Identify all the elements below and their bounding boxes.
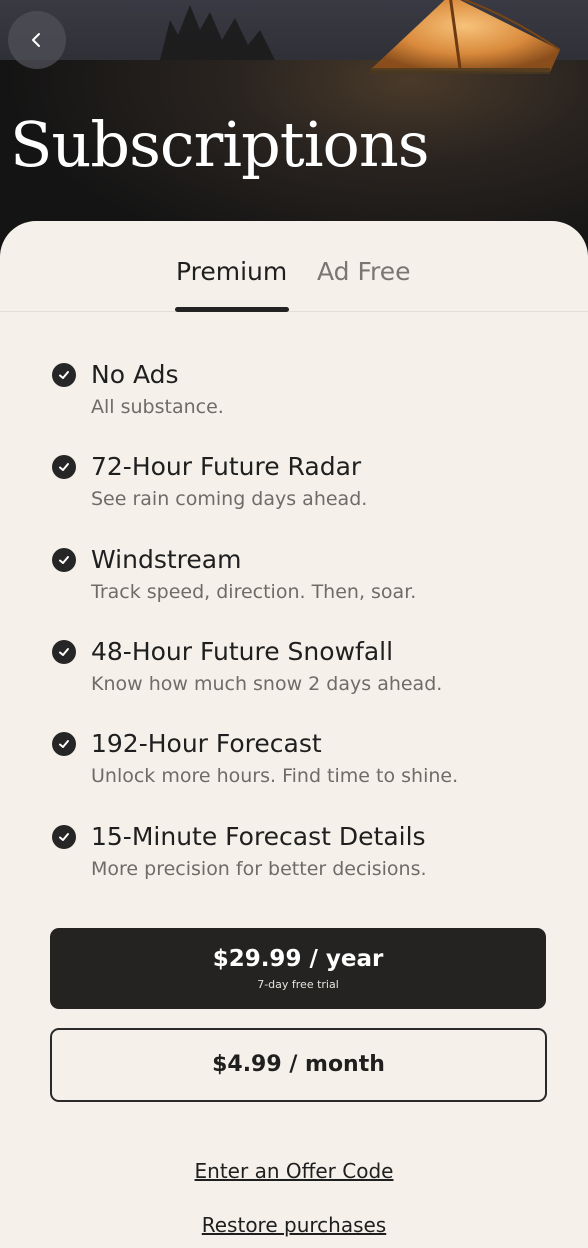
feature-description: See rain coming days ahead. xyxy=(91,488,368,510)
feature-item: 48-Hour Future Snowfall Know how much sn… xyxy=(0,637,588,717)
feature-title: 192-Hour Forecast xyxy=(91,729,322,758)
offer-code-link[interactable]: Enter an Offer Code xyxy=(0,1159,588,1183)
trial-label: 7-day free trial xyxy=(257,978,339,991)
trees-silhouette xyxy=(160,5,275,60)
feature-description: Unlock more hours. Find time to shine. xyxy=(91,765,459,787)
feature-item: 15-Minute Forecast Details More precisio… xyxy=(0,822,588,902)
check-circle-icon xyxy=(52,548,76,572)
chevron-left-icon xyxy=(32,33,40,47)
monthly-price: $4.99 / month xyxy=(212,1052,385,1077)
feature-description: Track speed, direction. Then, soar. xyxy=(91,581,417,603)
tent-illustration xyxy=(370,0,561,74)
feature-item: 192-Hour Forecast Unlock more hours. Fin… xyxy=(0,729,588,809)
check-circle-icon xyxy=(52,825,76,849)
check-circle-icon xyxy=(52,455,76,479)
feature-description: More precision for better decisions. xyxy=(91,858,427,880)
feature-title: Windstream xyxy=(91,545,242,574)
plan-tabs: Premium Ad Free xyxy=(0,221,588,312)
yearly-plan-button[interactable]: $29.99 / year 7-day free trial xyxy=(50,928,546,1009)
check-circle-icon xyxy=(52,640,76,664)
feature-description: All substance. xyxy=(91,396,224,418)
tab-premium[interactable]: Premium xyxy=(176,257,287,286)
active-tab-indicator xyxy=(175,307,289,312)
feature-item: 72-Hour Future Radar See rain coming day… xyxy=(0,452,588,532)
check-circle-icon xyxy=(52,363,76,387)
feature-title: 15-Minute Forecast Details xyxy=(91,822,426,851)
restore-purchases-link[interactable]: Restore purchases xyxy=(0,1213,588,1237)
feature-item: No Ads All substance. xyxy=(0,360,588,440)
yearly-price: $29.99 / year xyxy=(212,946,384,972)
feature-description: Know how much snow 2 days ahead. xyxy=(91,673,443,695)
back-button[interactable] xyxy=(8,11,66,69)
tab-ad-free[interactable]: Ad Free xyxy=(317,257,411,286)
subscription-sheet: Premium Ad Free No Ads All substance. 72… xyxy=(0,221,588,1248)
monthly-plan-button[interactable]: $4.99 / month xyxy=(50,1028,547,1102)
feature-title: No Ads xyxy=(91,360,179,389)
check-circle-icon xyxy=(52,732,76,756)
feature-title: 48-Hour Future Snowfall xyxy=(91,637,394,666)
feature-item: Windstream Track speed, direction. Then,… xyxy=(0,545,588,625)
feature-title: 72-Hour Future Radar xyxy=(91,452,362,481)
page-title: Subscriptions xyxy=(10,108,430,181)
